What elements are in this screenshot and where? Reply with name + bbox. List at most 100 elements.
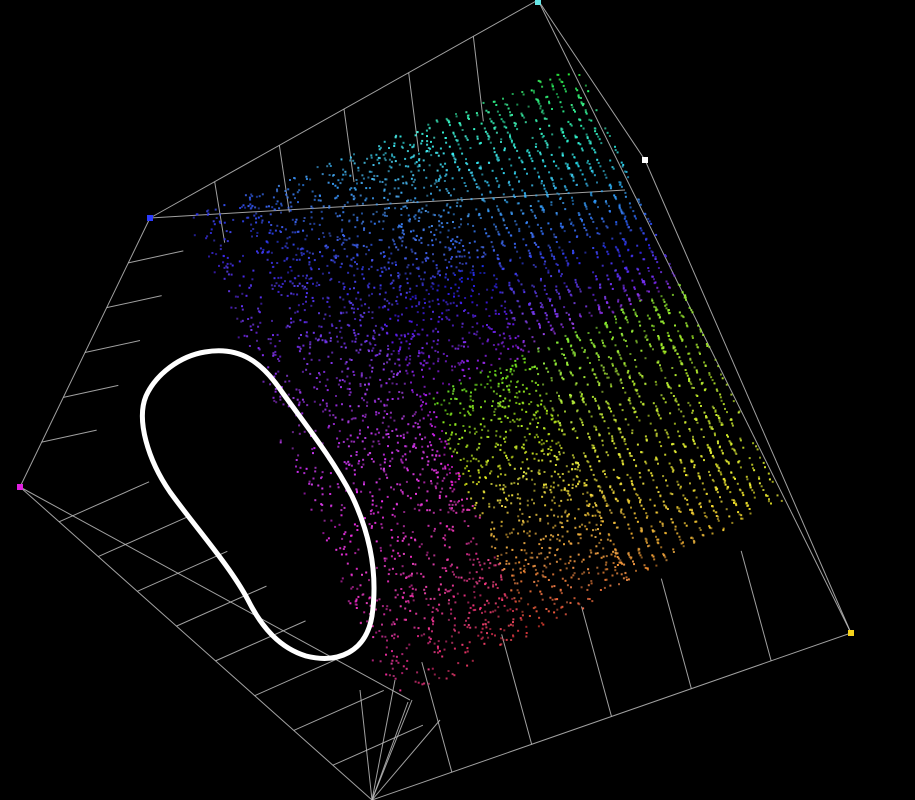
color-point <box>444 162 447 165</box>
color-point <box>545 483 547 486</box>
color-point <box>551 598 554 601</box>
color-point <box>328 314 331 317</box>
color-point <box>311 207 314 210</box>
color-point <box>639 227 642 230</box>
color-point <box>588 555 591 558</box>
color-point <box>619 277 622 280</box>
color-point <box>460 361 462 364</box>
color-point <box>441 225 444 228</box>
color-point <box>504 307 507 309</box>
color-point <box>539 394 542 397</box>
3d-color-gamut-viewport[interactable] <box>0 0 915 800</box>
color-point <box>392 549 395 552</box>
color-point <box>500 525 503 528</box>
color-point <box>383 188 386 191</box>
color-point <box>499 473 502 476</box>
color-point <box>553 332 556 335</box>
color-point <box>389 202 392 205</box>
color-point <box>342 234 345 236</box>
color-point <box>702 334 705 336</box>
color-point <box>340 336 343 339</box>
color-point <box>631 279 634 282</box>
color-point <box>607 253 610 256</box>
color-point <box>451 431 454 434</box>
color-point <box>292 293 295 296</box>
color-point <box>350 534 352 537</box>
color-point <box>703 361 706 364</box>
color-point <box>586 184 589 187</box>
color-point <box>469 606 472 609</box>
color-point <box>490 545 493 548</box>
color-point <box>588 436 591 439</box>
color-point <box>494 374 497 377</box>
color-point <box>291 447 294 450</box>
color-point <box>605 561 608 564</box>
color-point <box>617 427 620 430</box>
color-point <box>426 140 429 143</box>
color-point <box>305 331 308 334</box>
color-point <box>240 320 243 323</box>
color-point <box>305 234 308 237</box>
color-point <box>462 472 465 475</box>
color-point <box>414 437 417 440</box>
color-point <box>305 300 307 303</box>
color-point <box>316 387 319 390</box>
color-point <box>415 284 418 287</box>
color-point <box>539 251 542 254</box>
color-point <box>538 416 541 419</box>
color-point <box>414 421 417 424</box>
color-point <box>586 588 589 591</box>
color-point <box>568 494 571 497</box>
color-point <box>543 564 546 567</box>
color-point <box>595 426 597 429</box>
color-point <box>323 235 326 238</box>
color-point <box>444 465 447 468</box>
color-point <box>525 472 528 475</box>
color-point <box>640 229 643 232</box>
color-point <box>284 245 287 248</box>
color-point <box>370 156 373 159</box>
color-point <box>492 122 495 125</box>
color-point <box>256 339 258 342</box>
color-point <box>547 522 550 525</box>
color-point <box>461 510 464 513</box>
color-point <box>327 355 330 358</box>
color-point <box>500 553 503 556</box>
color-point <box>598 511 601 514</box>
color-point <box>534 381 537 384</box>
color-point <box>455 115 458 118</box>
color-point <box>281 282 284 285</box>
color-point <box>360 374 363 377</box>
color-point <box>429 411 431 414</box>
color-point <box>476 359 479 362</box>
color-point <box>547 271 550 274</box>
color-point <box>404 535 407 538</box>
color-point <box>261 354 264 357</box>
color-point <box>539 590 542 593</box>
color-point <box>520 580 523 583</box>
color-point <box>379 349 382 352</box>
gamut-scene[interactable] <box>0 0 915 800</box>
color-point <box>391 398 394 400</box>
color-point <box>339 358 342 360</box>
color-point <box>525 410 528 413</box>
color-point <box>452 509 455 512</box>
color-point <box>495 484 498 487</box>
color-point <box>703 411 706 414</box>
color-point <box>292 397 295 399</box>
color-point <box>361 419 364 422</box>
color-point <box>269 229 272 232</box>
color-point <box>590 314 593 317</box>
color-point <box>310 277 313 280</box>
color-point <box>680 410 683 413</box>
color-point <box>589 437 591 440</box>
color-point <box>721 452 724 454</box>
color-point <box>409 143 412 146</box>
color-point <box>528 433 531 436</box>
color-point <box>566 140 569 143</box>
color-point <box>638 272 641 275</box>
color-point <box>447 192 450 194</box>
color-point <box>476 137 479 140</box>
color-point <box>256 231 259 234</box>
color-point <box>421 261 424 264</box>
